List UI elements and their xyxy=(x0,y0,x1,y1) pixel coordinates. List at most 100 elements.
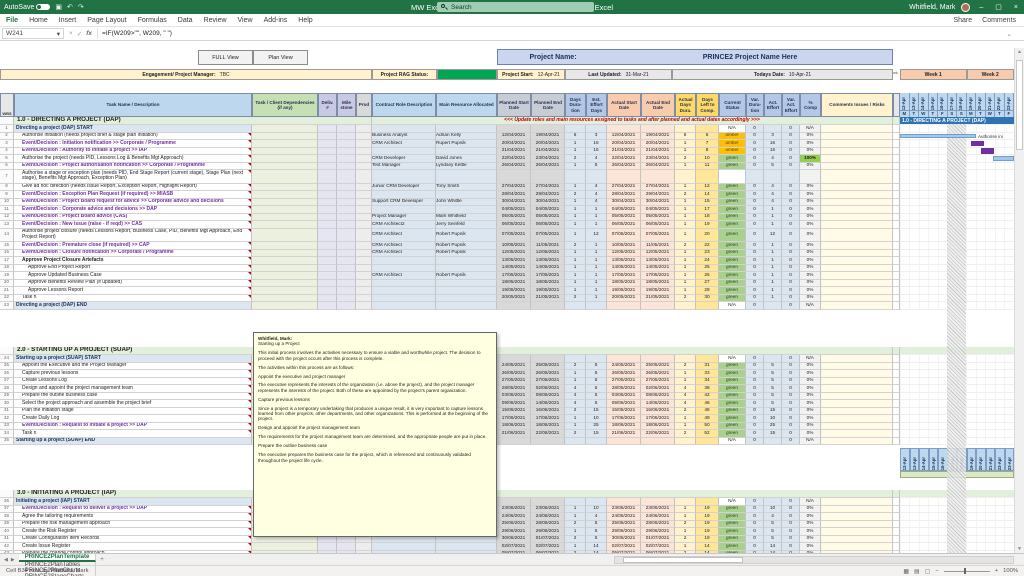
status-cell[interactable]: green xyxy=(719,430,746,438)
comments-cell[interactable] xyxy=(821,199,893,207)
actual-start-cell[interactable]: 21/04/2021 xyxy=(607,148,641,156)
act-effort-cell[interactable] xyxy=(764,355,782,363)
dependency-cell[interactable] xyxy=(252,287,318,295)
task-name-cell[interactable]: Approve Lessons Report xyxy=(14,287,252,295)
pct-complete-cell[interactable]: 0% xyxy=(800,242,821,250)
actual-end-cell[interactable]: 04/05/2021 xyxy=(641,206,675,214)
comments-cell[interactable] xyxy=(821,257,893,265)
status-cell[interactable]: green xyxy=(719,521,746,529)
var-duration-cell[interactable]: 0 xyxy=(746,163,764,171)
close-button[interactable]: × xyxy=(1011,4,1021,11)
deliverable-cell[interactable] xyxy=(318,140,337,148)
planned-start-cell[interactable]: 28/05/2021 xyxy=(497,385,531,393)
actual-start-cell[interactable]: 12/05/2021 xyxy=(607,250,641,258)
deliverable-cell[interactable] xyxy=(318,280,337,288)
actual-start-cell[interactable]: 25/06/2021 xyxy=(607,521,641,529)
var-effort-cell[interactable]: 0 xyxy=(782,229,800,243)
menu-item-page-layout[interactable]: Page Layout xyxy=(87,17,126,24)
act-effort-cell[interactable] xyxy=(764,302,782,310)
days-left-cell[interactable]: 10 xyxy=(696,155,719,163)
actual-days-cell[interactable]: 1 xyxy=(675,272,696,280)
comments-cell[interactable] xyxy=(821,265,893,273)
vertical-scroll-thumb[interactable] xyxy=(1016,60,1023,150)
act-effort-cell[interactable]: 10 xyxy=(764,506,782,514)
actual-days-cell[interactable]: 1 xyxy=(675,378,696,386)
task-name-cell[interactable]: Approve End Project Report xyxy=(14,265,252,273)
status-cell[interactable]: green xyxy=(719,408,746,416)
est-effort-cell[interactable]: 5 xyxy=(586,536,607,544)
act-cell[interactable] xyxy=(893,490,900,498)
act-cell[interactable] xyxy=(893,370,900,378)
rag-status-cell[interactable] xyxy=(437,69,497,80)
add-sheet-button[interactable]: + xyxy=(96,554,108,565)
actual-days-cell[interactable]: 1 xyxy=(675,287,696,295)
days-duration-cell[interactable]: 2 xyxy=(565,242,586,250)
planned-start-cell[interactable]: 15/06/2021 xyxy=(497,408,531,416)
planned-end-cell[interactable] xyxy=(531,498,565,506)
deliverable-cell[interactable] xyxy=(318,242,337,250)
act-cell[interactable] xyxy=(893,438,900,446)
act-cell[interactable] xyxy=(893,363,900,371)
planned-end-cell[interactable] xyxy=(531,355,565,363)
zoom-slider[interactable] xyxy=(944,571,990,572)
planned-start-cell[interactable]: 04/05/2021 xyxy=(497,206,531,214)
row-number-cell[interactable]: 27 xyxy=(0,378,14,386)
days-left-cell[interactable]: 19 xyxy=(696,536,719,544)
actual-start-cell[interactable]: 20/05/2021 xyxy=(607,295,641,303)
var-duration-cell[interactable]: 0 xyxy=(746,415,764,423)
var-duration-cell[interactable]: 0 xyxy=(746,250,764,258)
contract-role-cell[interactable] xyxy=(372,191,436,199)
engagement-manager-cell[interactable]: Engagement/ Project Manager:TBC xyxy=(0,69,372,80)
task-name-cell[interactable]: Event/Decision : Project Board request f… xyxy=(14,199,252,207)
var-effort-cell[interactable]: 0 xyxy=(782,221,800,229)
section-notice[interactable]: <<< Update roles and main resources assi… xyxy=(372,117,893,125)
var-duration-cell[interactable]: 0 xyxy=(746,378,764,386)
plan-view-button[interactable]: Plan View xyxy=(253,50,308,65)
actual-days-cell[interactable]: 2 xyxy=(675,408,696,416)
planned-start-cell[interactable]: 27/04/2021 xyxy=(497,184,531,192)
days-duration-cell[interactable]: 1 xyxy=(565,528,586,536)
prod-cell[interactable] xyxy=(356,206,372,214)
undo-icon[interactable]: ↶ xyxy=(67,3,73,11)
act-cell[interactable] xyxy=(893,400,900,408)
planned-end-cell[interactable]: 20/04/2021 xyxy=(531,140,565,148)
task-name-cell[interactable]: Approve Project Closure Artefacts xyxy=(14,257,252,265)
deliverable-cell[interactable] xyxy=(318,199,337,207)
est-effort-cell[interactable]: 14 xyxy=(586,543,607,551)
pct-complete-cell[interactable]: 0% xyxy=(800,287,821,295)
planned-end-cell[interactable]: 23/06/2021 xyxy=(531,506,565,514)
gantt-day-column[interactable]: 18-AprS xyxy=(957,93,967,117)
pct-complete-cell[interactable]: 0% xyxy=(800,214,821,222)
est-effort-cell[interactable]: 4 xyxy=(586,184,607,192)
planned-start-cell[interactable]: 07/05/2021 xyxy=(497,229,531,243)
var-effort-cell[interactable]: 0 xyxy=(782,543,800,551)
days-left-cell[interactable]: 11 xyxy=(696,163,719,171)
planned-end-cell[interactable]: 27/05/2021 xyxy=(531,378,565,386)
est-effort-cell[interactable]: 1 xyxy=(586,214,607,222)
status-cell[interactable]: green xyxy=(719,423,746,431)
rag-status-label[interactable]: Project RAG Status: xyxy=(372,69,437,80)
act-cell[interactable] xyxy=(893,125,900,133)
act-cell[interactable] xyxy=(893,543,900,551)
days-duration-cell[interactable]: 1 xyxy=(565,378,586,386)
task-name-cell[interactable]: Event/Decision : Request to deliver a pr… xyxy=(14,506,252,514)
days-duration-cell[interactable] xyxy=(565,498,586,506)
actual-days-cell[interactable]: 2 xyxy=(675,295,696,303)
est-effort-cell[interactable]: 1 xyxy=(586,295,607,303)
days-left-cell[interactable]: 20 xyxy=(696,229,719,243)
prod-cell[interactable] xyxy=(356,170,372,184)
resource-cell[interactable]: Robert Pupnik xyxy=(436,229,497,243)
days-left-cell[interactable]: 19 xyxy=(696,513,719,521)
dependency-cell[interactable] xyxy=(252,148,318,156)
pct-complete-cell[interactable]: 0% xyxy=(800,221,821,229)
gantt-day-column[interactable]: 12-AprM xyxy=(900,93,910,117)
resource-cell[interactable] xyxy=(436,206,497,214)
contract-role-cell[interactable]: CRM Developer xyxy=(372,155,436,163)
planned-start-cell[interactable]: 29/06/2021 xyxy=(497,528,531,536)
milestone-cell[interactable] xyxy=(337,272,356,280)
actual-end-cell[interactable]: 17/06/2021 xyxy=(641,415,675,423)
act-effort-cell[interactable]: 1 xyxy=(764,214,782,222)
search-input[interactable]: Search xyxy=(437,2,594,12)
row-number-cell[interactable]: 3 xyxy=(0,140,14,148)
actual-end-cell[interactable]: 29/06/2021 xyxy=(641,528,675,536)
